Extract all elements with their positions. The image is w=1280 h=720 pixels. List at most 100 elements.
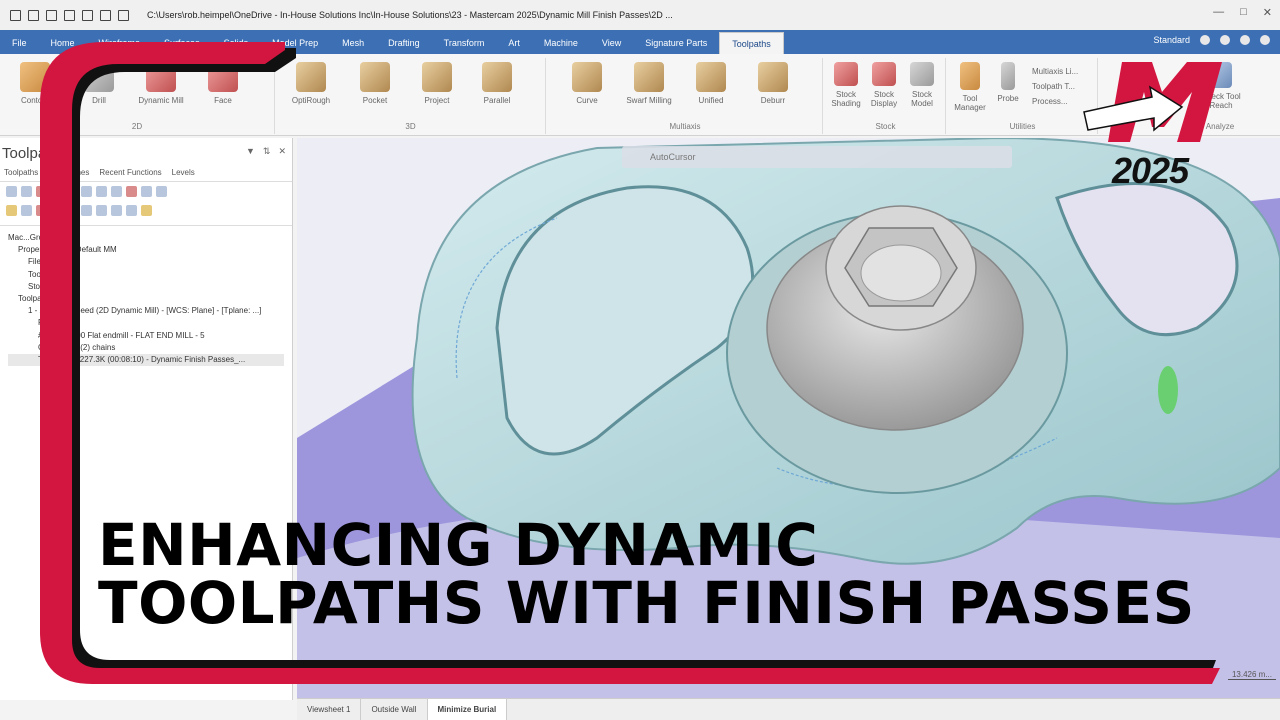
move-down-icon[interactable] <box>36 205 47 216</box>
hsm-icon[interactable] <box>126 186 137 197</box>
new-file-icon[interactable] <box>10 9 21 21</box>
viewsheet-tab-minimize-burial[interactable]: Minimize Burial <box>427 698 508 720</box>
headline-line-2: TOOLPATHS WITH FINISH PASSES <box>98 569 1195 637</box>
dynamic-mill-button[interactable]: Dynamic Mill <box>132 62 190 105</box>
tree-tool[interactable]: #215 - M5.00 Flat endmill - FLAT END MIL… <box>8 330 284 342</box>
tree-properties[interactable]: Properties - Mill Default MM <box>8 244 284 256</box>
pocket-button[interactable]: Pocket <box>346 62 404 105</box>
deburr-button[interactable]: Deburr <box>744 62 802 105</box>
delete-icon[interactable] <box>141 186 152 197</box>
insert-arrow-icon[interactable] <box>66 205 77 216</box>
undo-icon[interactable] <box>100 9 111 21</box>
expand-icon-2[interactable] <box>111 205 122 216</box>
expand-icon[interactable] <box>1260 35 1270 45</box>
stock-display-button[interactable]: Stock Display <box>864 62 904 108</box>
face-button[interactable]: Face <box>194 62 252 105</box>
chat-icon[interactable] <box>1240 35 1250 45</box>
stock-shading-button[interactable]: Stock Shading <box>826 62 866 108</box>
single-display-icon[interactable] <box>96 205 107 216</box>
tab-mesh[interactable]: Mesh <box>330 32 376 54</box>
help-icon[interactable] <box>1200 35 1210 45</box>
face-icon <box>208 62 238 92</box>
tree-tool-settings[interactable]: Tool settings <box>8 269 284 281</box>
contour-button[interactable]: Conto... <box>6 62 64 105</box>
tool-manager-button[interactable]: Tool Manager <box>948 62 992 112</box>
tool-manager-icon <box>960 62 980 90</box>
tab-drafting[interactable]: Drafting <box>376 32 432 54</box>
project-button[interactable]: Project <box>408 62 466 105</box>
regen-dirty-icon[interactable] <box>51 186 62 197</box>
verify-icon[interactable] <box>81 186 92 197</box>
minimize-icon[interactable]: — <box>1213 6 1224 19</box>
filter-icon[interactable] <box>141 205 152 216</box>
regenerate-icon[interactable] <box>36 186 47 197</box>
tab-surfaces[interactable]: Surfaces <box>152 32 212 54</box>
simulate-icon[interactable] <box>96 186 107 197</box>
toolpath-transform-button[interactable]: Toolpath T... <box>1032 79 1078 94</box>
panel-dropdown-icon[interactable]: ▼ <box>246 146 255 157</box>
tree-geometry[interactable]: Geometry - (2) chains <box>8 342 284 354</box>
panel-close-icon[interactable]: ✕ <box>278 146 286 157</box>
process-button[interactable]: Process... <box>1032 94 1078 109</box>
select-invalid-icon[interactable] <box>21 186 32 197</box>
tree-files[interactable]: Files <box>8 256 284 268</box>
post-icon[interactable] <box>111 186 122 197</box>
panel-tab-solids[interactable]: ... <box>48 168 55 181</box>
tree-parameters[interactable]: Parameters <box>8 317 284 329</box>
toggle-display-icon[interactable] <box>21 205 32 216</box>
tab-home[interactable]: Home <box>39 32 87 54</box>
backplot-icon[interactable] <box>66 186 77 197</box>
open-folder-icon[interactable] <box>46 9 57 21</box>
help-toolbar-icon[interactable] <box>156 186 167 197</box>
tab-wireframe[interactable]: Wireframe <box>87 32 153 54</box>
tab-toolpaths[interactable]: Toolpaths <box>719 32 784 54</box>
tab-machine[interactable]: Machine <box>532 32 590 54</box>
panel-tab-recent-functions[interactable]: Recent Functions <box>99 168 161 181</box>
tab-file[interactable]: File <box>0 32 39 54</box>
save-as-icon[interactable] <box>82 9 93 21</box>
panel-title: Toolpa... <box>2 144 59 162</box>
viewsheet-tab-1[interactable]: Viewsheet 1 <box>297 698 362 720</box>
settings-icon[interactable] <box>1220 35 1230 45</box>
workspace-select[interactable]: Standard <box>1153 35 1190 45</box>
panel-tab-planes[interactable]: Planes <box>65 168 89 181</box>
unified-button[interactable]: Unified <box>682 62 740 105</box>
optirough-button[interactable]: OptiRough <box>282 62 340 105</box>
maximize-icon[interactable]: □ <box>1240 6 1247 19</box>
viewsheet-tab-outside-wall[interactable]: Outside Wall <box>361 698 428 720</box>
stock-model-button[interactable]: Stock Model <box>902 62 942 108</box>
drill-button[interactable]: Drill <box>70 62 128 105</box>
multiaxis-link-button[interactable]: Multiaxis Li... <box>1032 64 1078 79</box>
scroll-icon[interactable] <box>81 205 92 216</box>
select-all-icon[interactable] <box>6 186 17 197</box>
pin-icon[interactable]: ⇅ <box>263 146 271 157</box>
print-icon[interactable] <box>64 9 75 21</box>
parallel-button[interactable]: Parallel <box>468 62 526 105</box>
tab-art[interactable]: Art <box>496 32 532 54</box>
autocursor-toolbar[interactable]: AutoCursor <box>622 146 1012 168</box>
headline-line-1: ENHANCING DYNAMIC <box>98 511 819 579</box>
lock-icon[interactable] <box>6 205 17 216</box>
move-up-icon[interactable] <box>51 205 62 216</box>
tree-toolpath[interactable]: Toolpath - 5227.3K (00:08:10) - Dynamic … <box>8 354 284 367</box>
tree-operation[interactable]: 1 - 2D High Speed (2D Dynamic Mill) - [W… <box>8 305 284 317</box>
save-icon[interactable] <box>28 9 39 21</box>
tab-transform[interactable]: Transform <box>432 32 497 54</box>
tree-toolpath-group[interactable]: Toolpath Group-1 <box>8 293 284 305</box>
curve-button[interactable]: Curve <box>558 62 616 105</box>
tree-stock-setup[interactable]: Stock setup <box>8 281 284 293</box>
tab-solids[interactable]: Solids <box>212 32 261 54</box>
panel-tab-toolpaths[interactable]: Toolpaths <box>4 168 38 181</box>
tab-view[interactable]: View <box>590 32 633 54</box>
redo-icon[interactable] <box>118 9 129 21</box>
optirough-icon <box>296 62 326 92</box>
collapse-icon[interactable] <box>126 205 137 216</box>
swarf-milling-button[interactable]: Swarf Milling <box>620 62 678 105</box>
tab-model-prep[interactable]: Model Prep <box>260 32 330 54</box>
tree-machine-group[interactable]: Mac...Group-1 <box>8 232 284 244</box>
tab-signature-parts[interactable]: Signature Parts <box>633 32 719 54</box>
close-icon[interactable]: ✕ <box>1263 6 1272 19</box>
utilities-list: Multiaxis Li... Toolpath T... Process... <box>1032 64 1078 109</box>
panel-tab-levels[interactable]: Levels <box>172 168 195 181</box>
probe-button[interactable]: Probe <box>990 62 1026 103</box>
